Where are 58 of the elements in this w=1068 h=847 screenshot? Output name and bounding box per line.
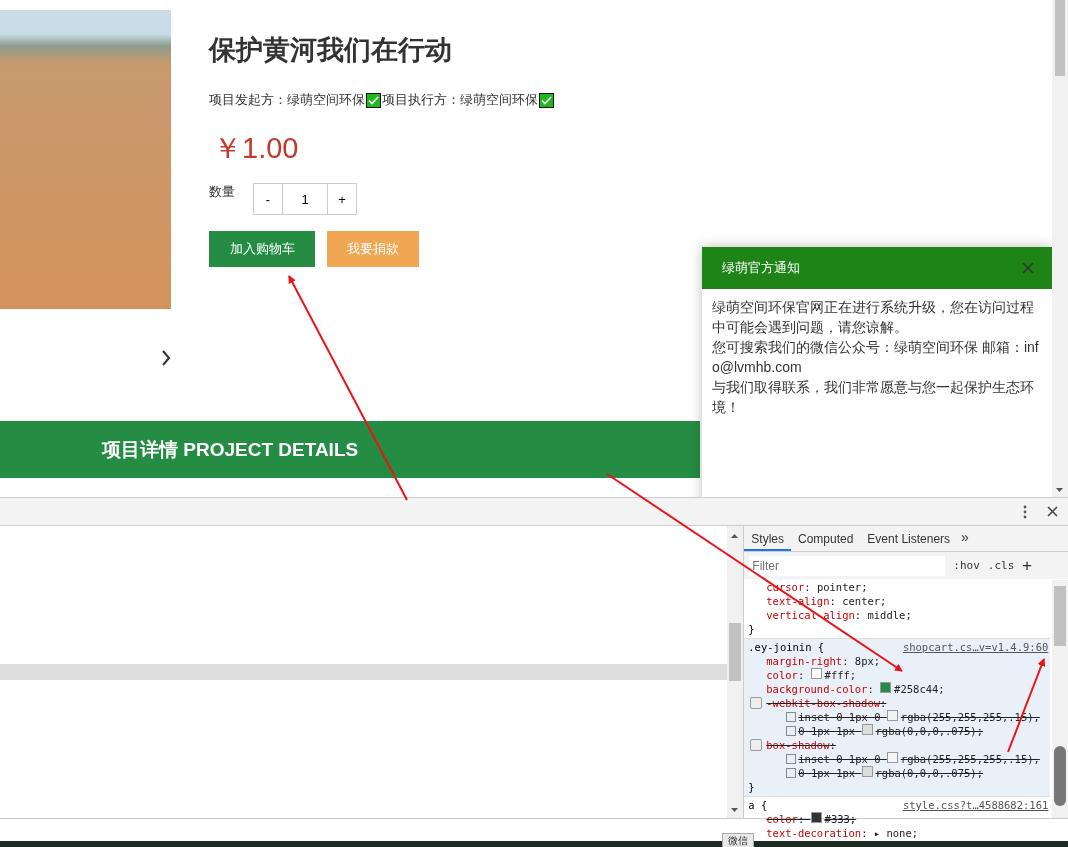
party-label: 项目执行方：绿萌空间环保 — [382, 91, 538, 109]
scroll-down-icon[interactable] — [1056, 488, 1063, 492]
notice-text: 与我们取得联系，我们非常愿意与您一起保护生态环境！ — [712, 378, 1035, 417]
increment-button[interactable]: + — [327, 183, 357, 215]
section-title: 项目详情 PROJECT DETAILS — [102, 437, 359, 462]
css-declaration: text-decoration: ▸ none; — [766, 826, 919, 840]
panel-tab[interactable]: Computed — [791, 526, 861, 551]
price: ￥1.00 — [212, 131, 300, 166]
copy-icon[interactable] — [786, 712, 797, 722]
scrollbar-thumb[interactable] — [1055, 0, 1065, 76]
copy-icon[interactable] — [786, 726, 797, 736]
add-to-cart-button[interactable]: 加入购物车 — [209, 231, 315, 267]
quantity-label: 数量 — [209, 183, 236, 201]
css-value: 0 1px 1px rgba(0,0,0,.075); — [798, 766, 983, 780]
copy-icon[interactable] — [786, 768, 797, 778]
css-selector: .ey-joinin { — [748, 640, 825, 654]
scrollbar-thumb[interactable] — [1054, 586, 1066, 646]
horizontal-scrollbar[interactable] — [0, 664, 728, 680]
css-declaration: margin-right: 8px; — [766, 654, 881, 668]
scrollbar[interactable] — [1052, 580, 1068, 818]
scroll-down-icon[interactable] — [731, 808, 739, 812]
source-link[interactable]: style.css?t…4588682:161 — [902, 798, 1049, 812]
css-declaration: background-color: #258c44; — [766, 682, 945, 696]
chevron-right-icon[interactable] — [161, 349, 171, 367]
more-options-icon[interactable] — [1023, 505, 1027, 519]
product-title: 保护黄河我们在行动 — [209, 34, 453, 67]
copy-icon[interactable] — [786, 754, 797, 764]
panel-tab[interactable]: Event Listeners — [860, 526, 958, 551]
checkbox[interactable] — [750, 739, 763, 751]
closing-brace: } — [748, 780, 756, 794]
closing-brace: } — [748, 622, 756, 636]
css-value: 0 1px 1px rgba(0,0,0,.075); — [798, 724, 983, 738]
hov-button[interactable]: :hov — [953, 559, 980, 572]
more-tabs-button[interactable]: » — [957, 526, 976, 551]
css-declaration: -webkit-box-shadow: — [766, 696, 887, 710]
cls-button[interactable]: .cls — [987, 559, 1015, 572]
close-icon[interactable] — [1047, 506, 1058, 517]
scrollbar[interactable] — [727, 526, 744, 818]
css-declaration: color: #333; — [766, 812, 857, 826]
source-link[interactable]: shopcart.cs…v=v1.4.9:60 — [902, 640, 1049, 654]
css-declaration: box-shadow: — [766, 738, 836, 752]
notice-text: 您可搜索我们的微信公众号：绿萌空间环保 邮箱：info@lvmhb.com — [712, 338, 1040, 377]
filter-field[interactable]: Filter — [749, 555, 946, 576]
css-value: inset 0 1px 0 rgba(255,255,255,.15), — [798, 752, 1040, 766]
scrollbar-thumb[interactable] — [729, 623, 742, 681]
notice-text: 绿萌空间环保官网正在进行系统升级，您在访问过程中可能会遇到问题，请您谅解。 — [712, 298, 1035, 337]
scroll-up-icon[interactable] — [731, 534, 739, 538]
scrollbar[interactable] — [1052, 0, 1068, 497]
css-selector: a { — [748, 798, 768, 812]
decrement-button[interactable]: - — [253, 183, 283, 215]
scrollbar-thumb[interactable] — [1054, 746, 1066, 806]
quantity-field[interactable]: 1 — [283, 183, 327, 215]
new-rule-button[interactable]: + — [1022, 556, 1032, 575]
popup-title: 绿萌官方通知 — [722, 259, 800, 277]
taskbar-tooltip: 微信 — [722, 833, 754, 847]
checkbox[interactable] — [750, 697, 763, 709]
party-label: 项目发起方：绿萌空间环保 — [209, 91, 365, 109]
css-declaration: color: #fff; — [766, 668, 857, 682]
